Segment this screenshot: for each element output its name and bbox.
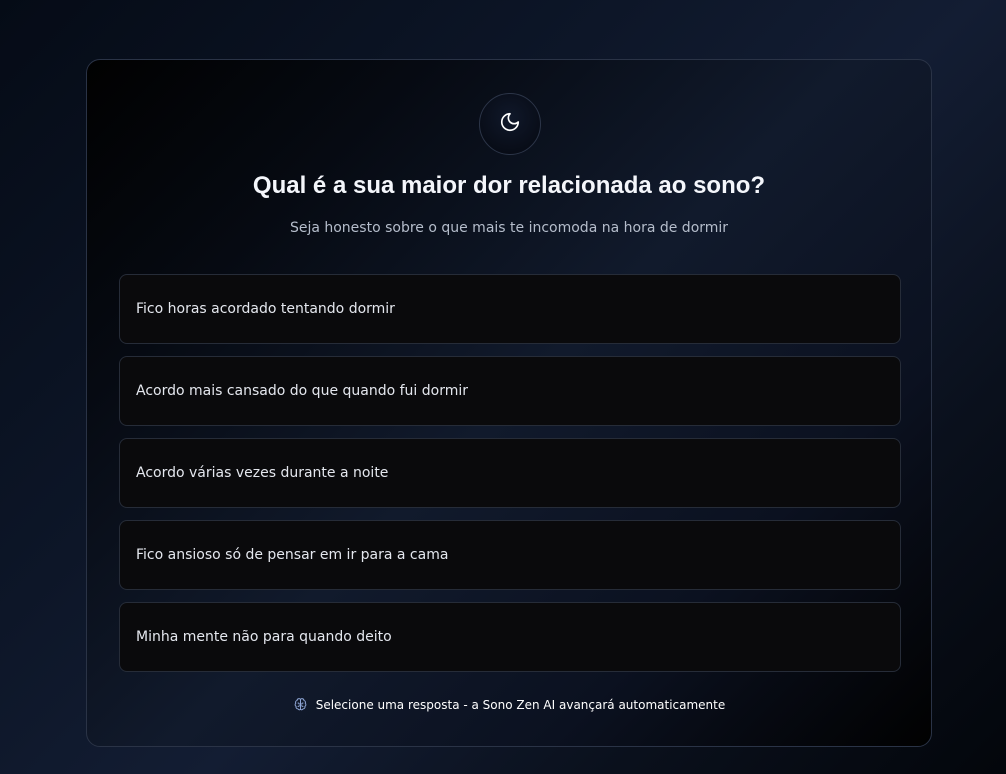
answer-option-label: Acordo várias vezes durante a noite — [136, 465, 389, 481]
answer-options: Fico horas acordado tentando dormir Acor… — [119, 274, 901, 684]
answer-option-1[interactable]: Fico horas acordado tentando dormir — [119, 274, 901, 344]
answer-option-2[interactable]: Acordo mais cansado do que quando fui do… — [119, 356, 901, 426]
answer-option-label: Minha mente não para quando deito — [136, 629, 392, 645]
question-title: Qual é a sua maior dor relacionada ao so… — [252, 172, 766, 199]
answer-option-label: Acordo mais cansado do que quando fui do… — [136, 383, 469, 399]
answer-option-3[interactable]: Acordo várias vezes durante a noite — [119, 438, 901, 508]
answer-option-label: Fico ansioso só de pensar em ir para a c… — [136, 547, 449, 563]
answer-option-5[interactable]: Minha mente não para quando deito — [119, 602, 901, 672]
auto-advance-hint: Selecione uma resposta - a Sono Zen AI a… — [87, 697, 931, 712]
quiz-card: Qual é a sua maior dor relacionada ao so… — [86, 59, 932, 747]
question-subtitle: Seja honesto sobre o que mais te incomod… — [289, 220, 729, 236]
answer-option-4[interactable]: Fico ansioso só de pensar em ir para a c… — [119, 520, 901, 590]
moon-icon — [499, 111, 521, 138]
brain-icon — [293, 697, 308, 712]
moon-icon-badge — [479, 93, 541, 155]
hint-text: Selecione uma resposta - a Sono Zen AI a… — [315, 697, 726, 712]
answer-option-label: Fico horas acordado tentando dormir — [136, 301, 395, 317]
